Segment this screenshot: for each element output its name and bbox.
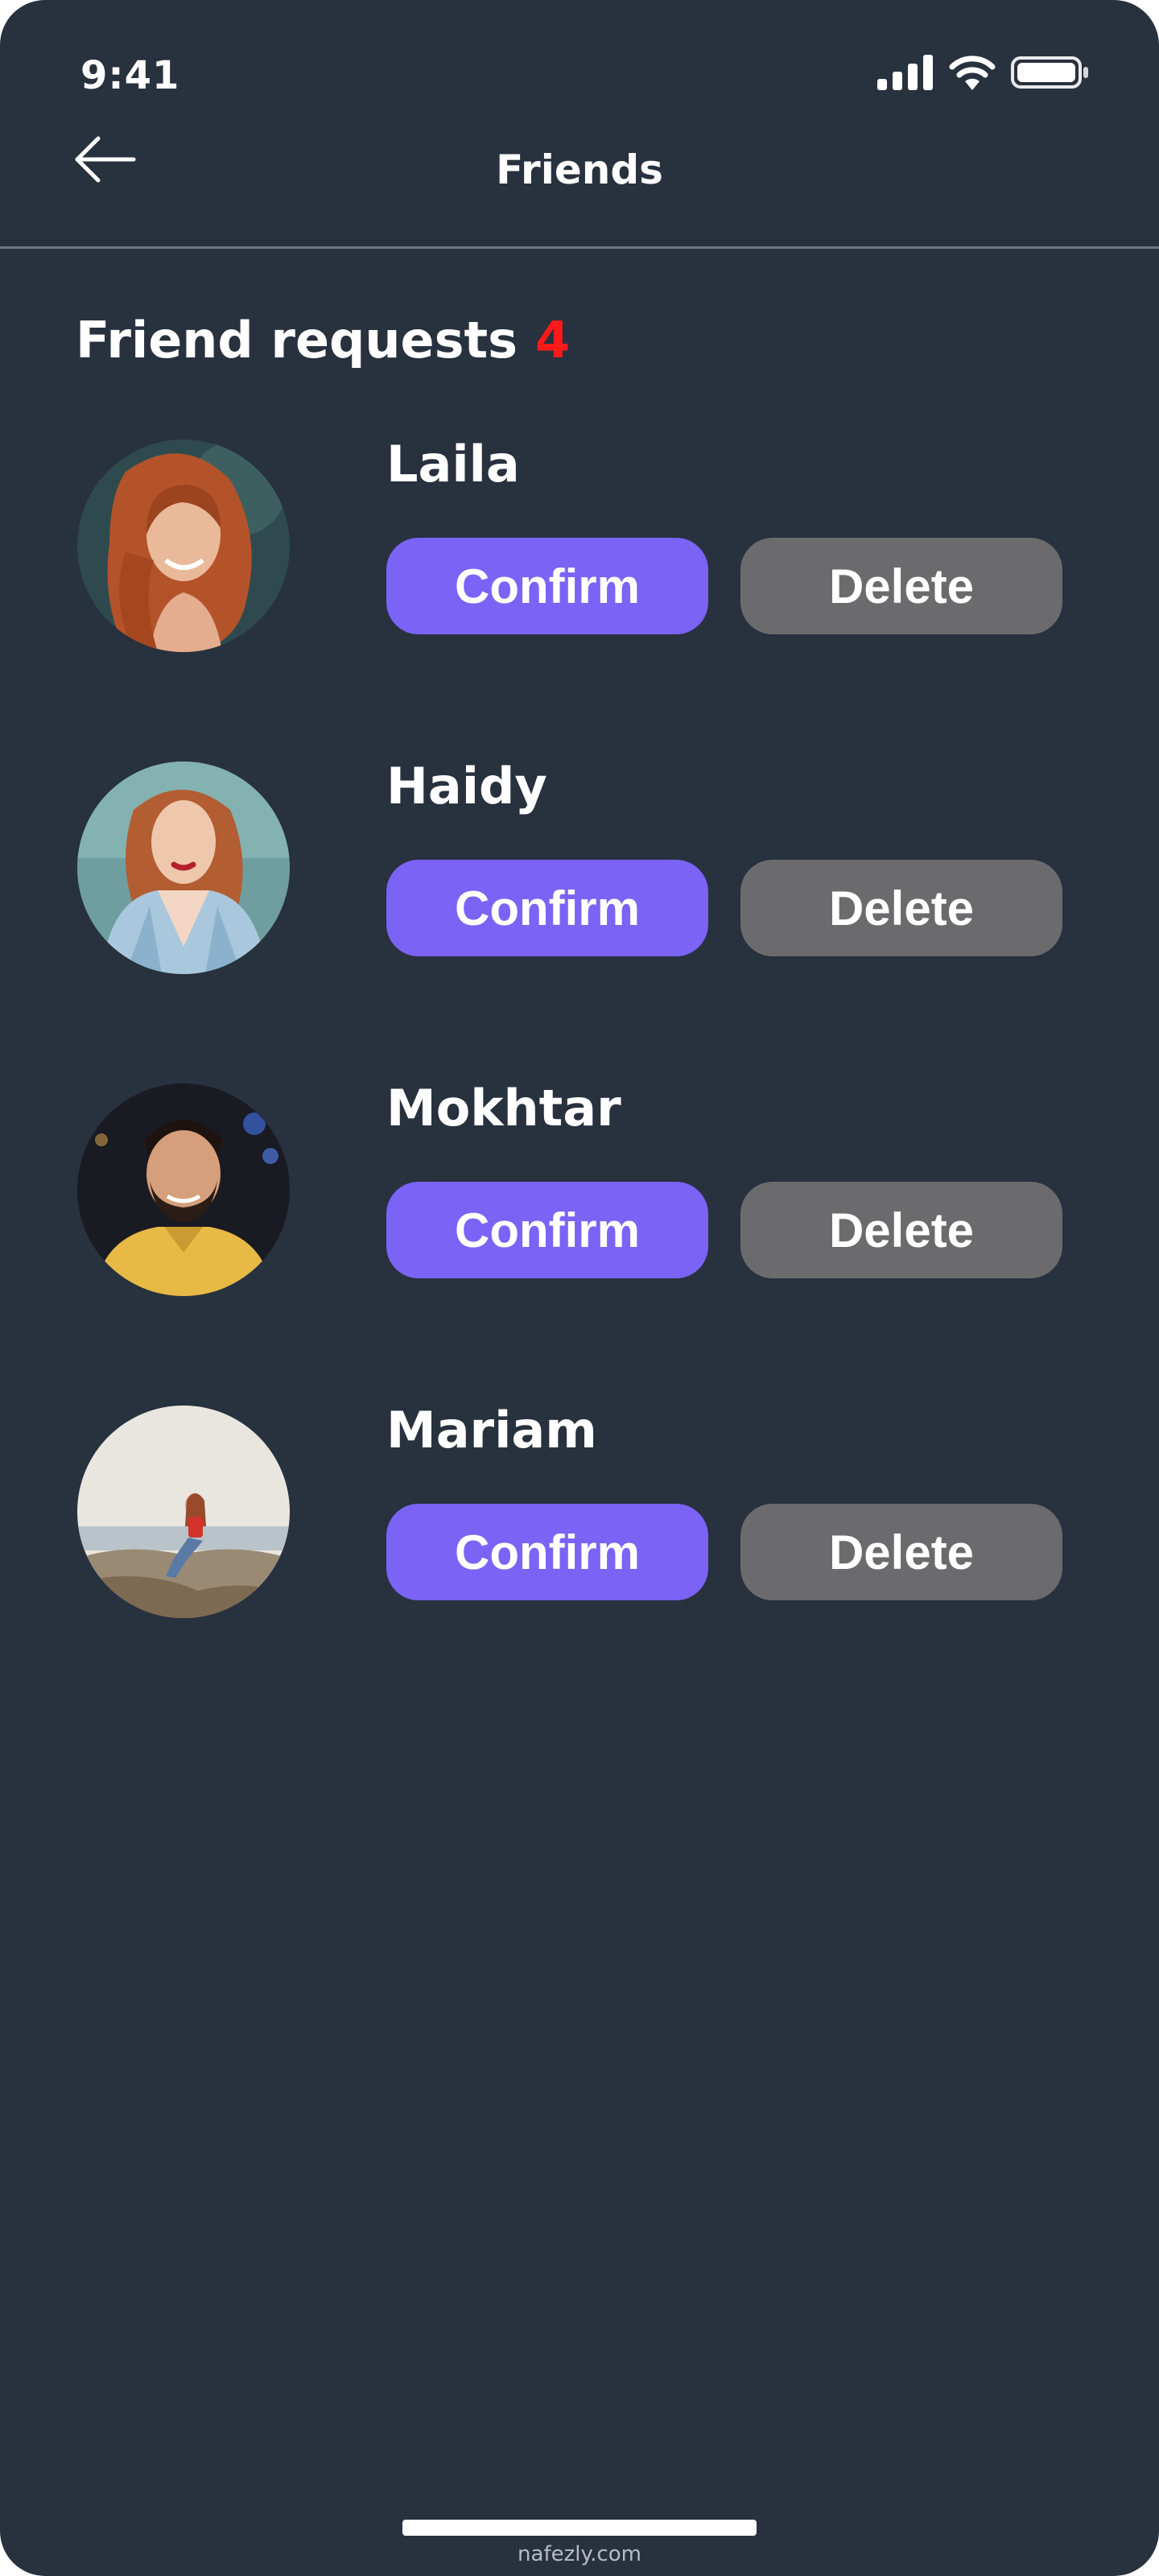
confirm-button-mokhtar[interactable]: Confirm: [386, 1182, 708, 1278]
page-title: Friends: [496, 147, 663, 193]
avatar-haidy: [77, 762, 290, 974]
phone-screen: 9:41 Friends Friend requests 4 Laila Con…: [0, 0, 1159, 2576]
home-indicator[interactable]: [402, 2520, 757, 2536]
delete-button-mariam[interactable]: Delete: [740, 1504, 1062, 1600]
friend-request-mokhtar: Mokhtar Confirm Delete: [0, 1079, 1159, 1304]
status-icons: [877, 55, 1090, 93]
confirm-button-laila[interactable]: Confirm: [386, 538, 708, 634]
friend-requests-count: 4: [535, 311, 571, 369]
delete-button-haidy[interactable]: Delete: [740, 860, 1062, 956]
delete-button-laila[interactable]: Delete: [740, 538, 1062, 634]
friend-request-mariam: Mariam Confirm Delete: [0, 1401, 1159, 1626]
friend-requests-heading: Friend requests 4: [76, 311, 570, 369]
confirm-button-haidy[interactable]: Confirm: [386, 860, 708, 956]
battery-icon: [1011, 55, 1090, 93]
header-divider: [0, 246, 1159, 249]
friend-name-mokhtar: Mokhtar: [386, 1079, 621, 1137]
avatar-mokhtar: [77, 1084, 290, 1296]
friend-requests-title: Friend requests: [76, 311, 518, 369]
delete-button-mokhtar[interactable]: Delete: [740, 1182, 1062, 1278]
friend-name-laila: Laila: [386, 435, 520, 493]
friend-name-haidy: Haidy: [386, 757, 547, 815]
friend-request-haidy: Haidy Confirm Delete: [0, 757, 1159, 982]
signal-icon: [877, 55, 934, 93]
avatar-mariam: [77, 1406, 290, 1618]
confirm-button-mariam[interactable]: Confirm: [386, 1504, 708, 1600]
watermark: nafezly.com: [518, 2542, 641, 2566]
avatar-laila: [77, 440, 290, 652]
friend-request-laila: Laila Confirm Delete: [0, 435, 1159, 660]
friend-name-mariam: Mariam: [386, 1401, 597, 1459]
wifi-icon: [948, 55, 996, 93]
status-time: 9:41: [80, 53, 180, 98]
